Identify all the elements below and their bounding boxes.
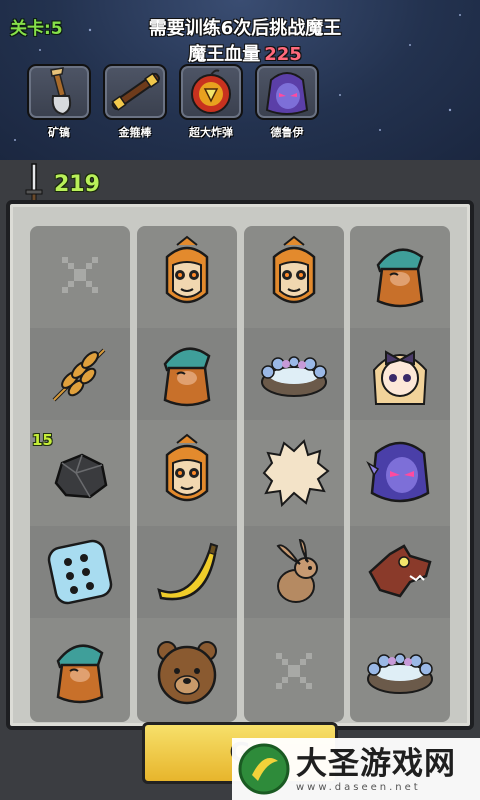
monkey-mask-icon bbox=[272, 235, 316, 304]
monkey-mask-icon bbox=[165, 433, 209, 502]
dice-icon bbox=[47, 539, 113, 605]
grid-cell[interactable] bbox=[244, 229, 344, 321]
gnome-icon bbox=[163, 347, 211, 407]
druid-icon[interactable] bbox=[255, 64, 319, 120]
boss-hp: 魔王血量 225 bbox=[100, 40, 390, 66]
tool-shovel[interactable]: 矿镐 bbox=[26, 64, 92, 140]
druid-icon bbox=[366, 441, 430, 503]
wheat-icon bbox=[52, 348, 106, 402]
grid-cell[interactable] bbox=[350, 427, 450, 519]
tool-big-bomb[interactable]: 超大炸弹 bbox=[178, 64, 244, 140]
watermark-title: 大圣游戏网 bbox=[296, 745, 456, 782]
tool-label-shovel: 矿镐 bbox=[48, 126, 70, 139]
grid-cell[interactable] bbox=[30, 229, 130, 321]
watermark-logo bbox=[238, 743, 290, 795]
boss-hp-label: 魔王血量 bbox=[188, 44, 261, 65]
item-count-badge: 15 bbox=[32, 431, 53, 449]
monkey-mask-icon bbox=[165, 235, 209, 304]
banana-icon bbox=[157, 542, 219, 601]
flower-nest-icon bbox=[261, 356, 327, 397]
grid-cell[interactable] bbox=[137, 427, 237, 519]
golden-staff-icon[interactable] bbox=[103, 64, 167, 120]
challenge-text: 需要训练6次后挑战魔王 bbox=[148, 18, 342, 39]
item-grid: 15 bbox=[30, 226, 450, 722]
grid-cell[interactable] bbox=[350, 625, 450, 717]
fur-ball-icon bbox=[262, 439, 330, 508]
grid-cell[interactable] bbox=[30, 625, 130, 717]
tool-golden-staff[interactable]: 金箍棒 bbox=[102, 64, 168, 140]
gnome-icon bbox=[376, 248, 424, 308]
sword-count: 219 bbox=[54, 171, 100, 197]
watermark-url: www.daseen.net bbox=[296, 781, 421, 793]
tool-label-golden-staff: 金箍棒 bbox=[118, 126, 152, 139]
grid-cell[interactable] bbox=[137, 328, 237, 420]
tool-label-druid: 德鲁伊 bbox=[270, 126, 304, 139]
watermark: 大圣游戏网 www.daseen.net bbox=[232, 738, 480, 800]
tool-bar: 矿镐 金箍棒 超大炸弹 德鲁伊 bbox=[26, 64, 320, 140]
grid-cell[interactable] bbox=[30, 526, 130, 618]
tool-label-big-bomb: 超大炸弹 bbox=[189, 126, 233, 139]
big-bomb-icon[interactable] bbox=[179, 64, 243, 120]
grid-cell[interactable] bbox=[244, 625, 344, 717]
grid-cell[interactable] bbox=[350, 328, 450, 420]
gnome-icon bbox=[56, 644, 104, 704]
wolf-icon bbox=[368, 544, 432, 598]
grid-cell[interactable] bbox=[244, 328, 344, 420]
grid-cell[interactable] bbox=[137, 625, 237, 717]
flower-nest-icon bbox=[367, 653, 433, 694]
grid-cell[interactable] bbox=[137, 526, 237, 618]
grid-cell[interactable]: 15 bbox=[30, 427, 130, 519]
grid-cell[interactable] bbox=[137, 229, 237, 321]
grid-cell[interactable] bbox=[244, 526, 344, 618]
grid-cell[interactable] bbox=[350, 229, 450, 321]
bear-icon bbox=[157, 641, 217, 705]
grid-cell[interactable] bbox=[244, 427, 344, 519]
rabbit-icon bbox=[276, 538, 318, 603]
boss-hp-value: 225 bbox=[264, 44, 302, 65]
doll-girl-icon bbox=[372, 350, 428, 405]
top-header: 关卡:5 需要训练6次后挑战魔王 魔王血量 225 矿镐 金箍棒 超大炸弹 德鲁… bbox=[0, 0, 480, 160]
empty-slot-icon bbox=[276, 653, 312, 689]
grid-cell[interactable] bbox=[30, 328, 130, 420]
shovel-icon[interactable] bbox=[27, 64, 91, 120]
level-label: 关卡:5 bbox=[10, 19, 63, 39]
tool-druid[interactable]: 德鲁伊 bbox=[254, 64, 320, 140]
empty-slot-icon bbox=[62, 257, 98, 293]
grid-cell[interactable] bbox=[350, 526, 450, 618]
